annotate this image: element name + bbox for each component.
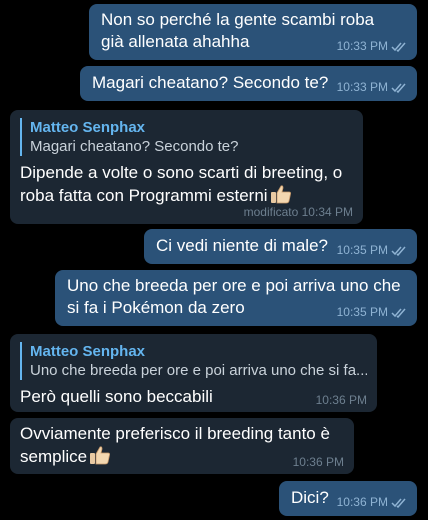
message-meta: 10:36 PM — [293, 455, 344, 469]
double-check-icon — [391, 307, 407, 321]
reply-author: Matteo Senphax — [30, 343, 146, 360]
message-meta: 10:35 PM — [337, 243, 407, 259]
outgoing-message[interactable]: Ci vedi niente di male? 10:35 PM — [144, 229, 417, 264]
double-check-icon — [391, 82, 407, 96]
message-time: modificato 10:34 PM — [243, 205, 353, 219]
message-time: 10:36 PM — [292, 455, 344, 469]
message-meta: modificato 10:34 PM — [244, 205, 353, 219]
reply-quote[interactable]: Matteo Senphax Uno che breeda per ore e … — [20, 342, 367, 380]
message-text-content: Dipende a volte o sono scarti di breetin… — [20, 163, 343, 205]
message-text-content: Ovviamente preferisco il breeding tanto … — [20, 424, 330, 466]
message-time: 10:36 PM — [336, 495, 388, 509]
incoming-message[interactable]: Ovviamente preferisco il breeding tanto … — [10, 418, 354, 474]
reply-text: Uno che breeda per ore e poi arriva uno … — [30, 362, 367, 379]
incoming-message[interactable]: Matteo Senphax Uno che breeda per ore e … — [10, 334, 377, 412]
message-meta: 10:35 PM — [337, 305, 407, 321]
thumbs-up-icon — [89, 445, 111, 465]
double-check-icon — [391, 245, 407, 259]
reply-text: Magari cheatano? Secondo te? — [30, 138, 239, 155]
message-text: Dipende a volte o sono scarti di breetin… — [20, 162, 353, 207]
incoming-message[interactable]: Matteo Senphax Magari cheatano? Secondo … — [10, 110, 363, 224]
message-meta: 10:36 PM — [337, 495, 407, 511]
reply-author: Matteo Senphax — [30, 119, 146, 136]
message-meta: 10:33 PM — [337, 39, 407, 55]
message-time: 10:35 PM — [336, 305, 388, 319]
double-check-icon — [391, 497, 407, 511]
message-time: 10:33 PM — [336, 39, 388, 53]
outgoing-message[interactable]: Dici? 10:36 PM — [279, 481, 417, 516]
message-meta: 10:36 PM — [316, 393, 367, 407]
message-meta: 10:33 PM — [337, 80, 407, 96]
outgoing-message[interactable]: Uno che breeda per ore e poi arriva uno … — [55, 270, 417, 326]
chat-area: Non so perché la gente scambi roba già a… — [0, 0, 428, 520]
message-time: 10:36 PM — [315, 393, 367, 407]
reply-quote[interactable]: Matteo Senphax Magari cheatano? Secondo … — [20, 118, 353, 156]
message-time: 10:33 PM — [336, 80, 388, 94]
thumbs-up-icon — [270, 184, 292, 204]
outgoing-message[interactable]: Magari cheatano? Secondo te? 10:33 PM — [80, 66, 417, 101]
outgoing-message[interactable]: Non so perché la gente scambi roba già a… — [89, 4, 417, 60]
double-check-icon — [391, 41, 407, 55]
message-time: 10:35 PM — [336, 243, 388, 257]
